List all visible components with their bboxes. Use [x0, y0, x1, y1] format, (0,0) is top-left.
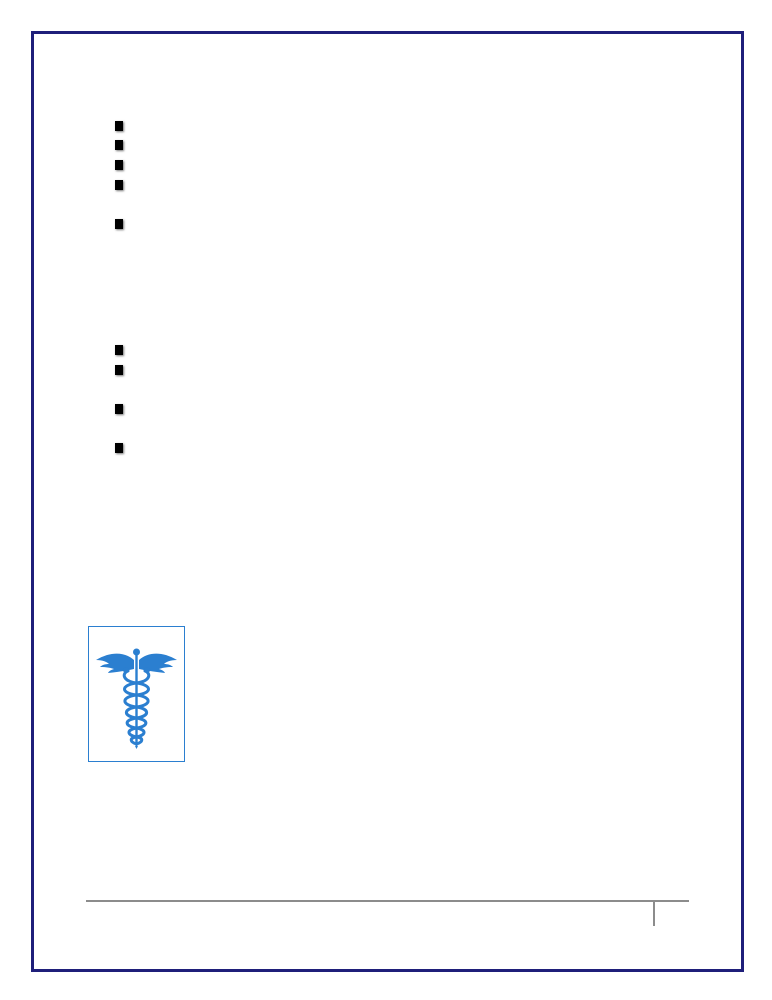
bullet-marker [115, 345, 123, 355]
footer-divider [86, 900, 689, 902]
medical-logo-frame [88, 626, 185, 762]
page-number-divider [653, 902, 655, 926]
page-border [31, 31, 744, 972]
bullet-marker [115, 365, 123, 375]
bullet-marker [115, 404, 123, 414]
bullet-marker [115, 180, 123, 190]
bullet-marker [115, 160, 123, 170]
caduceus-icon [96, 648, 177, 749]
bullet-marker [115, 121, 123, 131]
bullet-marker [115, 443, 123, 453]
bullet-marker [115, 219, 123, 229]
bullet-marker [115, 140, 123, 150]
